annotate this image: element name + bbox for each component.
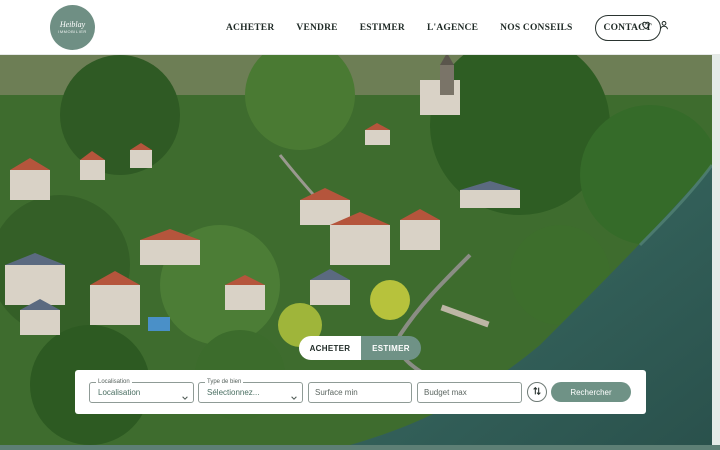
main-nav: ACHETER VENDRE ESTIMER L'AGENCE NOS CONS… xyxy=(226,14,661,41)
nav-item-conseils[interactable]: NOS CONSEILS xyxy=(500,23,572,33)
property-type-value: Sélectionnez... xyxy=(207,388,260,397)
budget-max-placeholder: Budget max xyxy=(424,388,467,397)
heart-icon[interactable] xyxy=(641,20,651,30)
site-header: Heiblay IMMOBILIER ACHETER VENDRE ESTIME… xyxy=(0,0,720,55)
property-search-form: Localisation Localisation Type de bien S… xyxy=(75,370,646,414)
brand-name: Heiblay xyxy=(59,20,86,29)
brand-subtitle: IMMOBILIER xyxy=(58,29,87,34)
property-type-label: Type de bien xyxy=(205,378,244,386)
surface-min-placeholder: Surface min xyxy=(315,388,358,397)
nav-item-agence[interactable]: L'AGENCE xyxy=(427,23,478,33)
search-submit-button[interactable]: Rechercher xyxy=(551,382,631,402)
nav-item-estimer[interactable]: ESTIMER xyxy=(360,23,405,33)
budget-max-input[interactable]: Budget max xyxy=(417,382,522,403)
location-select[interactable]: Localisation Localisation xyxy=(89,378,194,403)
chevron-down-icon xyxy=(181,389,189,407)
property-type-select[interactable]: Type de bien Sélectionnez... xyxy=(198,378,303,403)
sort-arrows-icon xyxy=(532,383,542,401)
chevron-down-icon xyxy=(290,389,298,407)
page-bottom-band xyxy=(0,445,720,450)
header-icons xyxy=(641,20,669,30)
surface-min-input[interactable]: Surface min xyxy=(308,382,412,403)
tab-acheter[interactable]: ACHETER xyxy=(299,336,361,360)
brand-logo[interactable]: Heiblay IMMOBILIER xyxy=(50,5,95,50)
location-label: Localisation xyxy=(96,378,132,386)
location-value: Localisation xyxy=(98,388,141,397)
nav-item-vendre[interactable]: VENDRE xyxy=(296,23,337,33)
search-tabs: ACHETER ESTIMER xyxy=(299,336,421,360)
scrollbar-track[interactable] xyxy=(712,0,720,450)
user-icon[interactable] xyxy=(659,20,669,30)
tab-estimer[interactable]: ESTIMER xyxy=(361,336,421,360)
sort-toggle-button[interactable] xyxy=(527,382,547,402)
nav-item-acheter[interactable]: ACHETER xyxy=(226,23,274,33)
